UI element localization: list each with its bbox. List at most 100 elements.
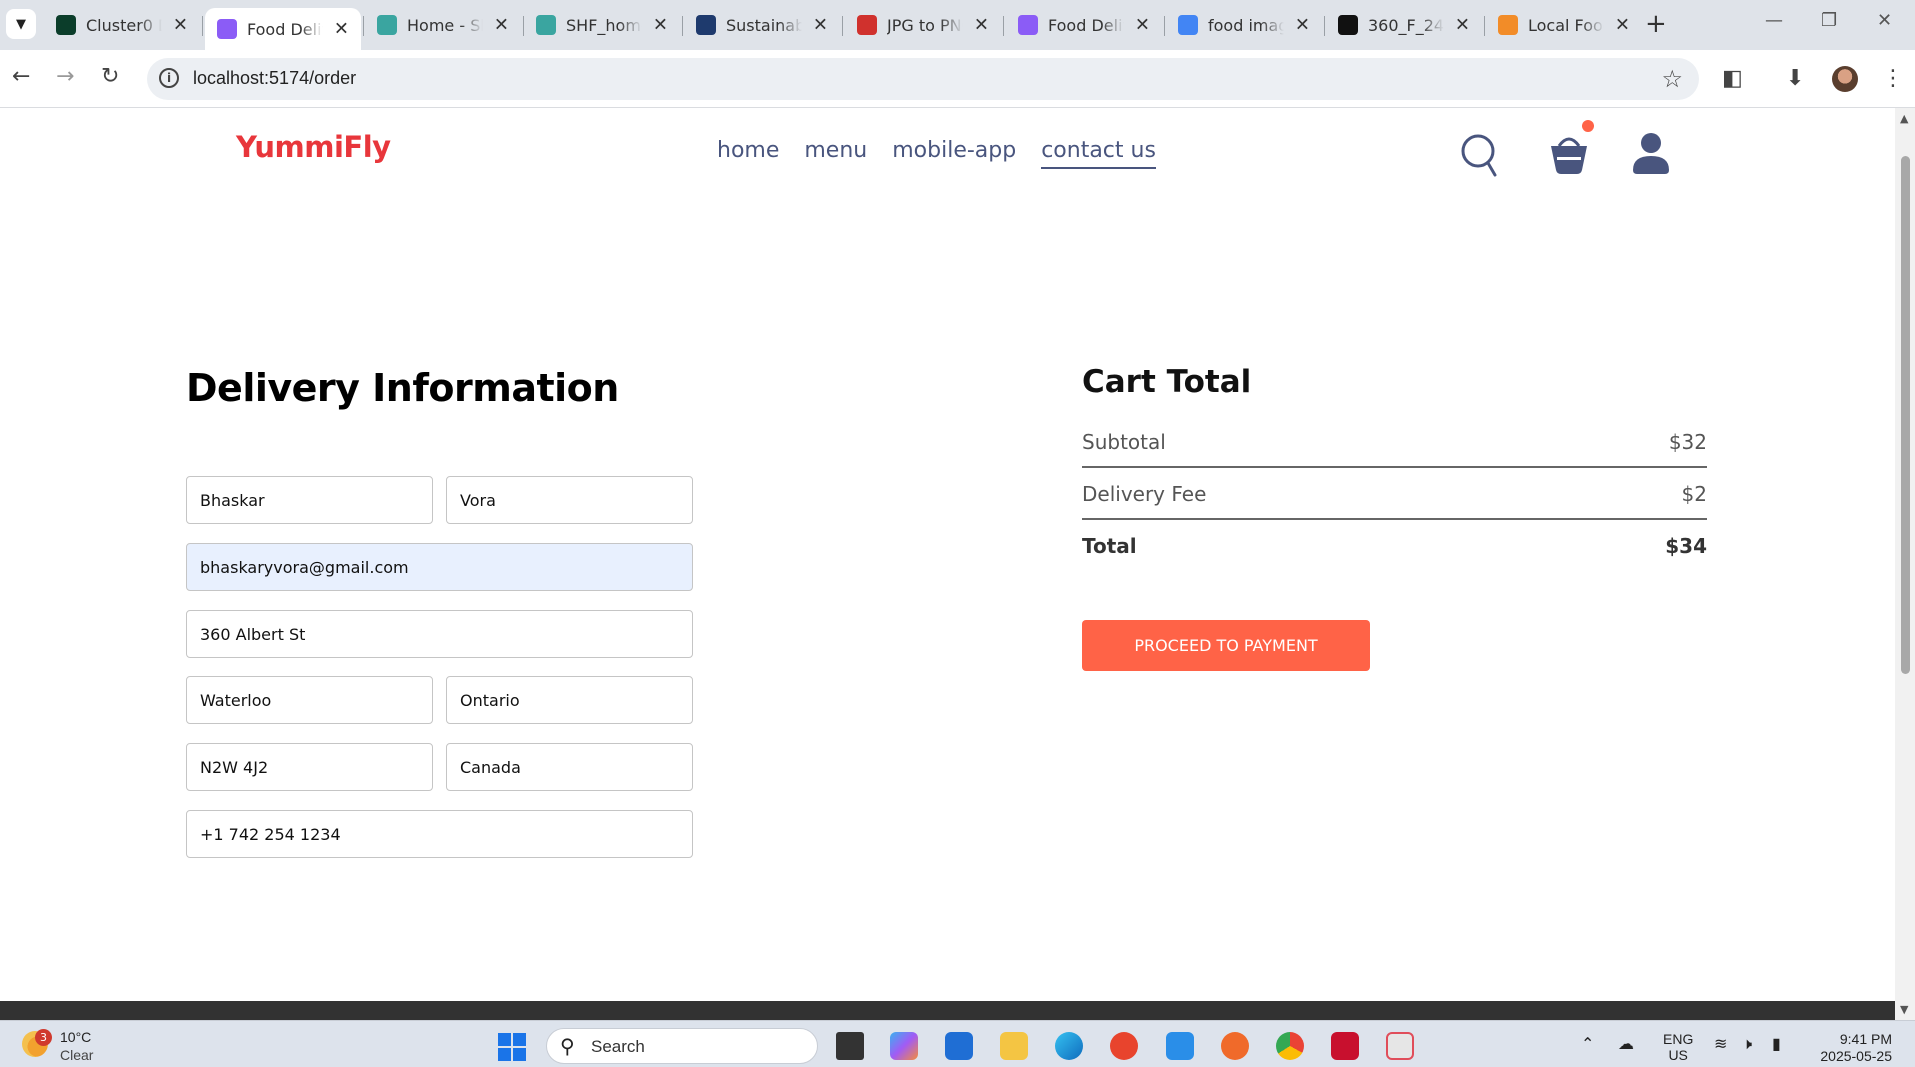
browser-tab[interactable]: Food Delivery ✕ [205, 8, 361, 50]
tab-separator [363, 16, 364, 36]
nav-mobile-app[interactable]: mobile-app [892, 138, 1016, 169]
forward-arrow-icon[interactable]: → [56, 64, 74, 89]
tab-title: food images [1208, 15, 1284, 35]
state-field[interactable] [446, 676, 693, 724]
tab-close-icon[interactable]: ✕ [1295, 15, 1310, 36]
lang-line-2: US [1668, 1047, 1688, 1063]
address-bar[interactable]: i localhost:5174/order ☆ [147, 58, 1699, 100]
acrobat-reader-icon[interactable] [1331, 1032, 1359, 1060]
wps-office-icon[interactable] [1110, 1032, 1138, 1060]
tab-search-chevron-icon[interactable]: ▼ [6, 9, 36, 39]
volume-muted-icon[interactable]: 🕨 [1742, 1034, 1752, 1054]
tab-close-icon[interactable]: ✕ [334, 19, 349, 40]
restore-icon[interactable]: ❐ [1821, 10, 1837, 31]
onedrive-cloud-icon[interactable]: ☁ [1618, 1034, 1634, 1053]
first-name-field[interactable] [186, 476, 433, 524]
minimize-icon[interactable]: — [1765, 10, 1783, 31]
tab-separator [1484, 16, 1485, 36]
zip-code-field[interactable] [186, 743, 433, 791]
tab-close-icon[interactable]: ✕ [1135, 15, 1150, 36]
tab-separator [202, 16, 203, 36]
user-profile-icon[interactable] [1631, 130, 1671, 180]
system-clock[interactable]: 9:41 PM 2025-05-25 [1812, 1031, 1892, 1065]
browser-tab[interactable]: food images ✕ [1166, 8, 1322, 42]
total-row: Total $34 [1082, 534, 1707, 558]
main-navigation: home menu mobile-app contact us [717, 138, 1156, 169]
subtotal-label: Subtotal [1082, 430, 1166, 454]
vite-icon [1018, 15, 1038, 35]
copilot-icon[interactable] [890, 1032, 918, 1060]
snipping-tool-icon[interactable] [1386, 1032, 1414, 1060]
reload-icon[interactable]: ↻ [101, 64, 119, 89]
postman-icon[interactable] [1221, 1032, 1249, 1060]
stock-st-icon [1338, 15, 1358, 35]
scroll-down-arrow-icon[interactable]: ▼ [1900, 1003, 1908, 1016]
nav-home[interactable]: home [717, 138, 779, 169]
tab-close-icon[interactable]: ✕ [653, 15, 668, 36]
url-text[interactable]: localhost:5174/order [193, 68, 356, 89]
city-field[interactable] [186, 676, 433, 724]
tab-close-icon[interactable]: ✕ [494, 15, 509, 36]
extensions-puzzle-icon[interactable]: ◧ [1722, 66, 1743, 91]
browser-tab[interactable]: Sustainable ✕ [684, 8, 840, 42]
tab-close-icon[interactable]: ✕ [1615, 15, 1630, 36]
browser-menu-icon[interactable]: ⋮ [1882, 66, 1904, 91]
windows-taskbar: 3 10°C Clear ⚲ Search ⌃ ☁ ENG US ≋ 🕨 ▮ 9… [0, 1020, 1915, 1067]
last-name-field[interactable] [446, 476, 693, 524]
country-field[interactable] [446, 743, 693, 791]
battery-icon[interactable]: ▮ [1772, 1034, 1781, 1053]
tab-close-icon[interactable]: ✕ [813, 15, 828, 36]
profile-avatar[interactable] [1832, 66, 1858, 92]
weather-temperature[interactable]: 10°C [60, 1029, 91, 1045]
proceed-to-payment-button[interactable]: PROCEED TO PAYMENT [1082, 620, 1370, 671]
tab-close-icon[interactable]: ✕ [974, 15, 989, 36]
chrome-icon[interactable] [1276, 1032, 1304, 1060]
page-scrollbar[interactable]: ▲ ▼ [1895, 108, 1915, 1020]
scrollbar-thumb[interactable] [1901, 156, 1910, 674]
jpg-png-icon [857, 15, 877, 35]
tab-title: Local Food [1528, 15, 1604, 35]
edge-browser-icon[interactable] [1055, 1032, 1083, 1060]
browser-tab[interactable]: Home - Shopify ✕ [365, 8, 521, 42]
tray-overflow-chevron-icon[interactable]: ⌃ [1581, 1034, 1594, 1053]
tab-close-icon[interactable]: ✕ [1455, 15, 1470, 36]
browser-tab[interactable]: Cluster0 Data ✕ [44, 8, 200, 42]
taskbar-search-box[interactable]: ⚲ Search [546, 1028, 818, 1064]
back-arrow-icon[interactable]: ← [12, 64, 30, 89]
browser-tab[interactable]: SHF_home ✕ [524, 8, 680, 42]
download-icon[interactable]: ⬇ [1786, 66, 1804, 91]
new-tab-button[interactable]: + [1645, 11, 1667, 37]
cart-dot-badge [1582, 120, 1594, 132]
windows-start-icon[interactable] [498, 1033, 526, 1061]
cart-total-title: Cart Total [1082, 364, 1252, 400]
search-icon[interactable] [1461, 130, 1499, 180]
wifi-icon[interactable]: ≋ [1714, 1034, 1727, 1053]
browser-tab[interactable]: 360_F_249 ✕ [1326, 8, 1482, 42]
close-window-icon[interactable]: ✕ [1877, 10, 1892, 31]
figma-s-icon [536, 15, 556, 35]
browser-tab[interactable]: Local Food ✕ [1486, 8, 1642, 42]
street-field[interactable] [186, 610, 693, 658]
tab-close-icon[interactable]: ✕ [173, 15, 188, 36]
site-logo[interactable]: YummiFly [236, 130, 391, 164]
scroll-up-arrow-icon[interactable]: ▲ [1900, 112, 1908, 125]
weather-condition[interactable]: Clear [60, 1047, 93, 1063]
microsoft-store-icon[interactable] [945, 1032, 973, 1060]
w-circle-icon [696, 15, 716, 35]
bookmark-star-icon[interactable]: ☆ [1661, 65, 1683, 93]
file-explorer-icon[interactable] [1000, 1032, 1028, 1060]
vscode-icon[interactable] [1166, 1032, 1194, 1060]
shopify-s-icon [377, 15, 397, 35]
site-info-icon[interactable]: i [159, 68, 179, 88]
email-field[interactable] [186, 543, 693, 591]
phone-field[interactable] [186, 810, 693, 858]
basket-icon[interactable] [1545, 130, 1593, 180]
vite-icon [217, 19, 237, 39]
browser-tab[interactable]: JPG to PNG ✕ [845, 8, 1001, 42]
order-page: YummiFly home menu mobile-app contact us… [0, 108, 1895, 1001]
browser-tab[interactable]: Food Delivery ✕ [1006, 8, 1162, 42]
nav-menu[interactable]: menu [804, 138, 867, 169]
input-language-indicator[interactable]: ENG US [1663, 1031, 1693, 1063]
task-view-icon[interactable] [836, 1032, 864, 1060]
nav-contact-us[interactable]: contact us [1041, 138, 1156, 169]
